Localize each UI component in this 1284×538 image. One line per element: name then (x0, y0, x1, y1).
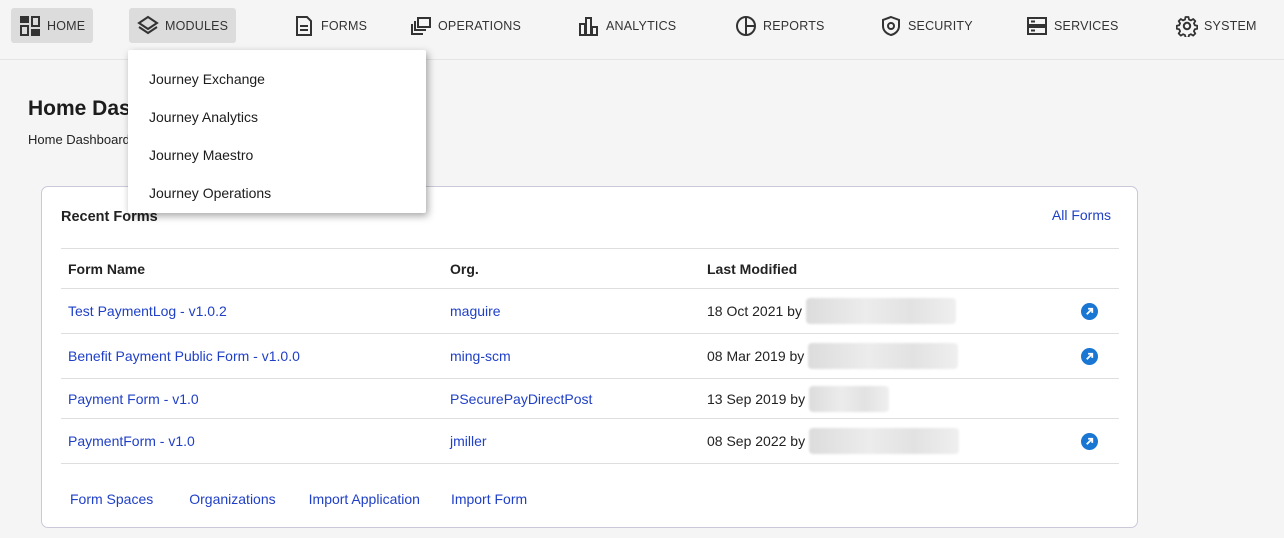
org-link[interactable]: maguire (450, 303, 501, 319)
last-modified-text: 18 Oct 2021 by (707, 303, 802, 319)
menu-item-journey-exchange[interactable]: Journey Exchange (128, 60, 426, 98)
redacted-user (808, 343, 959, 369)
form-spaces-link[interactable]: Form Spaces (70, 491, 153, 507)
nav-security-label: SECURITY (908, 18, 973, 33)
nav-security[interactable]: SECURITY (872, 8, 981, 43)
form-name-link[interactable]: Benefit Payment Public Form - v1.0.0 (68, 348, 300, 364)
org-link[interactable]: PSecurePayDirectPost (450, 391, 592, 407)
last-modified-text: 08 Sep 2022 by (707, 433, 806, 449)
redacted-user (805, 298, 956, 324)
nav-analytics[interactable]: ANALYTICS (570, 8, 684, 43)
nav-services-label: SERVICES (1054, 18, 1119, 33)
gear-icon (1176, 15, 1198, 37)
modules-dropdown-menu: Journey Exchange Journey Analytics Journ… (128, 50, 426, 213)
table-row: Test PaymentLog - v1.0.2 maguire 18 Oct … (61, 289, 1119, 334)
redacted-user (809, 385, 890, 412)
org-link[interactable]: ming-scm (450, 348, 511, 364)
org-link[interactable]: jmiller (450, 433, 487, 449)
nav-home[interactable]: HOME (11, 8, 94, 43)
breadcrumb: Home Dashboard (28, 132, 130, 147)
form-name-link[interactable]: Payment Form - v1.0 (68, 391, 199, 407)
form-name-link[interactable]: Test PaymentLog - v1.0.2 (68, 303, 227, 319)
recent-forms-table: Form Name Org. Last Modified Test Paymen… (61, 248, 1119, 464)
pie-chart-icon (735, 15, 757, 37)
open-arrow-icon[interactable] (1080, 432, 1098, 450)
form-icon (293, 15, 315, 37)
organizations-link[interactable]: Organizations (189, 491, 275, 507)
nav-system-label: SYSTEM (1204, 18, 1257, 33)
nav-modules-label: MODULES (165, 18, 229, 33)
last-modified-text: 13 Sep 2019 by (707, 390, 806, 407)
nav-home-label: HOME (47, 18, 86, 33)
server-icon (1026, 15, 1048, 37)
recent-forms-card: Recent Forms All Forms Form Name Org. La… (41, 186, 1138, 528)
column-header-org: Org. (450, 260, 479, 277)
stacked-windows-icon (410, 15, 432, 37)
nav-forms-label: FORMS (321, 18, 368, 33)
table-row: Payment Form - v1.0 PSecurePayDirectPost… (61, 379, 1119, 419)
table-header-row: Form Name Org. Last Modified (61, 248, 1119, 289)
nav-system[interactable]: SYSTEM (1168, 8, 1265, 43)
nav-forms[interactable]: FORMS (285, 8, 375, 43)
form-name-link[interactable]: PaymentForm - v1.0 (68, 433, 195, 449)
menu-item-journey-analytics[interactable]: Journey Analytics (128, 98, 426, 136)
bar-chart-icon (578, 15, 600, 37)
redacted-user (809, 428, 960, 454)
menu-item-journey-operations[interactable]: Journey Operations (128, 174, 426, 212)
nav-analytics-label: ANALYTICS (606, 18, 677, 33)
import-application-link[interactable]: Import Application (309, 491, 420, 507)
column-header-form-name: Form Name (68, 260, 146, 277)
shield-icon (880, 15, 902, 37)
layers-icon (137, 15, 159, 37)
dashboard-icon (19, 15, 41, 37)
open-arrow-icon[interactable] (1080, 347, 1098, 365)
column-header-last-modified: Last Modified (707, 260, 798, 277)
nav-modules[interactable]: MODULES (129, 8, 237, 43)
table-row: Benefit Payment Public Form - v1.0.0 min… (61, 334, 1119, 379)
nav-operations[interactable]: OPERATIONS (402, 8, 529, 43)
nav-services[interactable]: SERVICES (1018, 8, 1127, 43)
card-footer-links: Form Spaces Organizations Import Applica… (70, 491, 527, 507)
open-arrow-icon[interactable] (1080, 302, 1098, 320)
all-forms-link[interactable]: All Forms (1052, 207, 1111, 223)
nav-operations-label: OPERATIONS (438, 18, 522, 33)
nav-reports-label: REPORTS (763, 18, 825, 33)
menu-item-journey-maestro[interactable]: Journey Maestro (128, 136, 426, 174)
nav-reports[interactable]: REPORTS (727, 8, 833, 43)
last-modified-text: 08 Mar 2019 by (707, 348, 805, 364)
import-form-link[interactable]: Import Form (451, 491, 527, 507)
table-row: PaymentForm - v1.0 jmiller 08 Sep 2022 b… (61, 419, 1119, 464)
